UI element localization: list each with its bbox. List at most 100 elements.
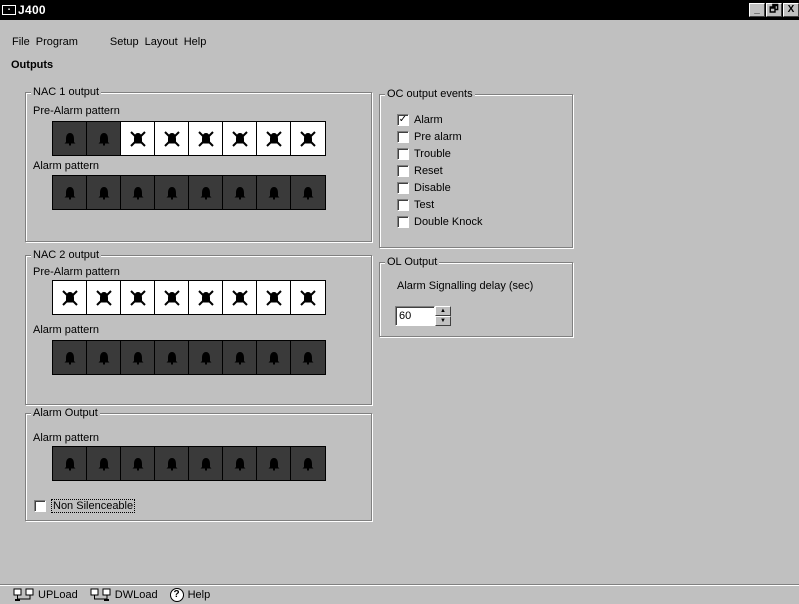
oc-event-double-knock[interactable]: Double Knock [397,215,483,229]
non-silenceable-checkbox-row[interactable]: Non Silenceable [34,499,136,513]
nac1-pre-alarm-pattern [52,121,326,156]
pattern-cell[interactable] [53,122,87,155]
nac1-output-group: NAC 1 output Pre-Alarm pattern Alarm pat… [25,86,372,242]
pattern-cell[interactable] [121,281,155,314]
pattern-cell[interactable] [291,281,325,314]
pattern-cell[interactable] [87,341,121,374]
bell-muted-icon [61,289,79,307]
pattern-cell[interactable] [87,281,121,314]
pattern-cell[interactable] [155,281,189,314]
pattern-cell[interactable] [121,122,155,155]
oc-output-events-group: OC output events ✓ Alarm Pre alarm Troub… [379,88,573,248]
oc-event-pre-alarm-checkbox[interactable] [397,131,409,143]
oc-event-alarm-label: Alarm [414,114,443,126]
oc-event-alarm[interactable]: ✓ Alarm [397,113,443,127]
bell-icon [96,456,112,472]
spinner-buttons: ▲ ▼ [435,306,451,326]
pattern-cell[interactable] [257,281,291,314]
help-button[interactable]: ? Help [169,587,210,602]
pattern-cell[interactable] [223,447,257,480]
pattern-cell[interactable] [223,122,257,155]
oc-event-trouble-label: Trouble [414,148,451,160]
pattern-cell[interactable] [53,176,87,209]
pattern-cell[interactable] [189,122,223,155]
download-button[interactable]: DWLoad [90,588,158,602]
nac1-group-title: NAC 1 output [31,86,102,98]
oc-event-disable[interactable]: Disable [397,181,451,195]
nac1-alarm-label: Alarm pattern [33,160,100,172]
pattern-cell[interactable] [291,447,325,480]
pattern-cell[interactable] [53,341,87,374]
pattern-cell[interactable] [291,341,325,374]
menu-program[interactable]: Program [33,36,81,48]
pattern-cell[interactable] [257,447,291,480]
pattern-cell[interactable] [257,341,291,374]
bell-icon [198,350,214,366]
restore-button[interactable]: 🗗 [766,3,782,17]
pattern-cell[interactable] [87,447,121,480]
minimize-button[interactable]: _ [749,3,765,17]
bell-muted-icon [299,289,317,307]
pattern-cell[interactable] [155,447,189,480]
download-label: DWLoad [114,588,158,601]
upload-button[interactable]: UPLoad [13,588,78,602]
pattern-cell[interactable] [121,341,155,374]
pattern-cell[interactable] [155,122,189,155]
pattern-cell[interactable] [291,176,325,209]
menu-help[interactable]: Help [181,36,210,48]
pattern-cell[interactable] [257,176,291,209]
menu-layout[interactable]: Layout [142,36,181,48]
non-silenceable-checkbox[interactable] [34,500,46,512]
app-icon[interactable]: ▪ [2,5,16,15]
oc-event-trouble[interactable]: Trouble [397,147,451,161]
pattern-cell[interactable] [121,447,155,480]
bell-icon [232,350,248,366]
alarm-output-group: Alarm Output Alarm pattern Non Silenceab… [25,407,372,521]
oc-event-trouble-checkbox[interactable] [397,148,409,160]
oc-event-pre-alarm[interactable]: Pre alarm [397,130,462,144]
menu-setup[interactable]: Setup [107,36,142,48]
non-silenceable-label[interactable]: Non Silenceable [51,499,136,513]
pattern-cell[interactable] [223,176,257,209]
oc-event-double-knock-checkbox[interactable] [397,216,409,228]
pattern-cell[interactable] [291,122,325,155]
oc-event-test[interactable]: Test [397,198,434,212]
oc-event-disable-checkbox[interactable] [397,182,409,194]
pattern-cell[interactable] [223,281,257,314]
bell-icon [62,131,78,147]
help-icon: ? [169,587,184,602]
alarm-signalling-delay-input[interactable]: 60 [395,306,435,326]
pattern-cell[interactable] [189,341,223,374]
pattern-cell[interactable] [257,122,291,155]
oc-event-test-label: Test [414,199,435,211]
bell-muted-icon [163,130,181,148]
alarm-signalling-delay-label: Alarm Signalling delay (sec) [397,280,534,292]
pattern-cell[interactable] [53,281,87,314]
spin-up-button[interactable]: ▲ [435,306,451,316]
oc-event-reset[interactable]: Reset [397,164,443,178]
window-title: J400 [18,3,46,17]
pattern-cell[interactable] [53,447,87,480]
pattern-cell[interactable] [155,176,189,209]
pattern-cell[interactable] [189,447,223,480]
oc-event-reset-checkbox[interactable] [397,165,409,177]
bell-muted-icon [95,289,113,307]
nac2-output-group: NAC 2 output Pre-Alarm pattern Alarm pat… [25,249,372,405]
pattern-cell[interactable] [87,122,121,155]
oc-event-alarm-checkbox[interactable]: ✓ [397,114,409,126]
pattern-cell[interactable] [121,176,155,209]
title-bar: ▪ J400 _ 🗗 X [0,0,799,20]
nac1-alarm-pattern [52,175,326,210]
spin-down-button[interactable]: ▼ [435,316,451,326]
bell-icon [96,131,112,147]
bell-muted-icon [265,289,283,307]
pattern-cell[interactable] [189,281,223,314]
pattern-cell[interactable] [223,341,257,374]
pattern-cell[interactable] [189,176,223,209]
pattern-cell[interactable] [155,341,189,374]
oc-event-test-checkbox[interactable] [397,199,409,211]
close-button[interactable]: X [783,3,799,17]
nac1-pre-alarm-label: Pre-Alarm pattern [33,105,120,117]
menu-file[interactable]: File [9,36,33,48]
pattern-cell[interactable] [87,176,121,209]
